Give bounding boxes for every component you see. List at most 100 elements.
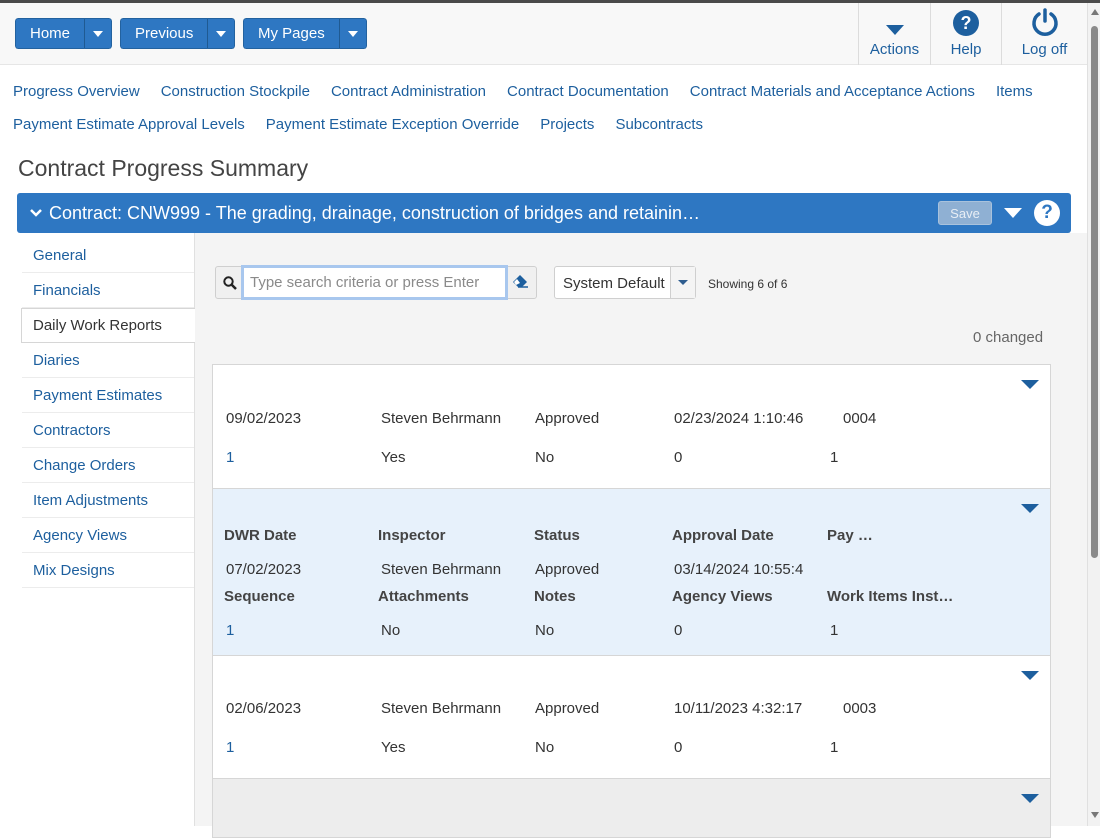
view-select-dropdown[interactable] [670,267,695,298]
view-select[interactable]: System Default [554,266,696,299]
page-scrollbar[interactable] [1087,3,1100,826]
eraser-icon[interactable] [512,274,530,295]
status: Approved [535,561,600,578]
header-notes: Notes [534,588,576,605]
expand-icon[interactable] [1021,671,1039,680]
list-item-selected[interactable]: DWR Date Inspector Status Approval Date … [212,488,1051,655]
previous-button[interactable]: Previous [120,18,208,49]
dwr-date: 02/06/2023 [226,700,302,717]
my-pages-button[interactable]: My Pages [243,18,339,49]
attachments: No [381,622,401,639]
link-payment-estimate-approval-levels[interactable]: Payment Estimate Approval Levels [13,116,245,133]
link-contract-documentation[interactable]: Contract Documentation [507,83,669,100]
approval-date: 02/23/2024 1:10:46 [674,410,804,427]
status: Approved [535,410,600,427]
attachments: Yes [381,739,406,756]
caret-down-icon [885,3,905,37]
svg-text:?: ? [961,13,972,33]
inspector: Steven Behrmann [381,700,502,717]
work-items: 1 [830,739,839,756]
sidebar-item-item-adjustments[interactable]: Item Adjustments [22,483,194,518]
list-item[interactable]: 02/06/2023 Steven Behrmann Approved 10/1… [212,655,1051,778]
sequence-link[interactable]: 1 [226,739,234,756]
my-pages-split-button: My Pages [243,18,367,49]
link-contract-materials[interactable]: Contract Materials and Acceptance Action… [690,83,975,100]
quick-links-row-1: Progress Overview Construction Stockpile C… [13,83,1054,100]
header-approval-date: Approval Date [672,527,774,544]
app-header: Home Previous My Pages Actions ? Help Lo… [0,3,1087,65]
help-icon: ? [952,3,980,37]
view-select-value: System Default [563,275,665,292]
actions-label: Actions [869,41,920,58]
contract-title: Contract: CNW999 - The grading, drainage… [49,203,701,223]
list-item[interactable]: 09/02/2023 Steven Behrmann Approved 02/2… [212,364,1051,488]
approval-date: 10/11/2023 4:32:17 [674,700,803,717]
notes: No [535,739,555,756]
previous-dropdown-button[interactable] [207,18,236,49]
sequence-link[interactable]: 1 [226,449,234,466]
sidebar-item-general[interactable]: General [22,238,194,273]
help-label: Help [950,41,982,58]
scrollbar-thumb[interactable] [1091,26,1098,558]
sidebar-item-agency-views[interactable]: Agency Views [22,518,194,553]
power-icon [1030,3,1060,37]
caret-down-icon[interactable] [1004,208,1022,218]
home-dropdown-button[interactable] [84,18,113,49]
daily-work-report-list: 09/02/2023 Steven Behrmann Approved 02/2… [212,364,1051,838]
header-work-items: Work Items Inst… [827,588,954,605]
page-title: Contract Progress Summary [18,155,309,181]
search-input[interactable] [241,265,508,300]
home-button[interactable]: Home [15,18,85,49]
home-split-button: Home [15,18,113,49]
header-sequence: Sequence [224,588,295,605]
link-payment-estimate-exception-override[interactable]: Payment Estimate Exception Override [266,116,519,133]
status: Approved [535,700,600,717]
sidebar-item-contractors[interactable]: Contractors [22,413,194,448]
sidebar-item-payment-estimates[interactable]: Payment Estimates [22,378,194,413]
log-off-button[interactable]: Log off [1001,3,1087,65]
chevron-down-icon [93,30,104,37]
inspector: Steven Behrmann [381,410,502,427]
save-button[interactable]: Save [938,201,992,225]
link-contract-administration[interactable]: Contract Administration [331,83,486,100]
dwr-date: 09/02/2023 [226,410,302,427]
sidebar-item-mix-designs[interactable]: Mix Designs [22,553,194,588]
search-box [215,265,537,300]
chevron-down-icon [216,30,227,37]
approval-date: 03/14/2024 10:55:4 [674,561,804,578]
chevron-down-icon[interactable] [29,206,43,224]
sidebar-item-financials[interactable]: Financials [22,273,194,308]
record-count: Showing 6 of 6 [708,277,788,291]
help-icon[interactable]: ? [1034,200,1060,226]
chevron-down-icon [347,30,358,37]
link-projects[interactable]: Projects [540,116,594,133]
link-subcontracts[interactable]: Subcontracts [615,116,703,133]
list-item[interactable] [212,778,1051,838]
actions-button[interactable]: Actions [858,3,930,65]
link-construction-stockpile[interactable]: Construction Stockpile [161,83,310,100]
link-progress-overview[interactable]: Progress Overview [13,83,140,100]
sequence-link[interactable]: 1 [226,622,234,639]
contract-header-bar[interactable]: Contract: CNW999 - The grading, drainage… [17,193,1071,233]
expand-icon[interactable] [1021,794,1039,803]
sidebar-item-change-orders[interactable]: Change Orders [22,448,194,483]
dwr-date: 07/02/2023 [226,561,302,578]
header-attachments: Attachments [378,588,469,605]
log-off-label: Log off [1021,41,1068,58]
my-pages-dropdown-button[interactable] [338,18,367,49]
expand-icon[interactable] [1021,380,1039,389]
expand-icon[interactable] [1021,504,1039,513]
scroll-up-icon[interactable] [1091,9,1099,15]
work-items: 1 [830,622,839,639]
header-dwr-date: DWR Date [224,527,297,544]
sidebar-item-daily-work-reports[interactable]: Daily Work Reports [21,308,195,343]
scroll-down-icon[interactable] [1091,812,1099,818]
previous-split-button: Previous [120,18,236,49]
pay-estimate: 0004 [843,410,877,427]
help-button[interactable]: ? Help [930,3,1001,65]
work-items: 1 [830,449,839,466]
sidebar: General Financials Daily Work Reports Di… [21,238,195,588]
inspector: Steven Behrmann [381,561,502,578]
sidebar-item-diaries[interactable]: Diaries [22,343,194,378]
link-items[interactable]: Items [996,83,1033,100]
